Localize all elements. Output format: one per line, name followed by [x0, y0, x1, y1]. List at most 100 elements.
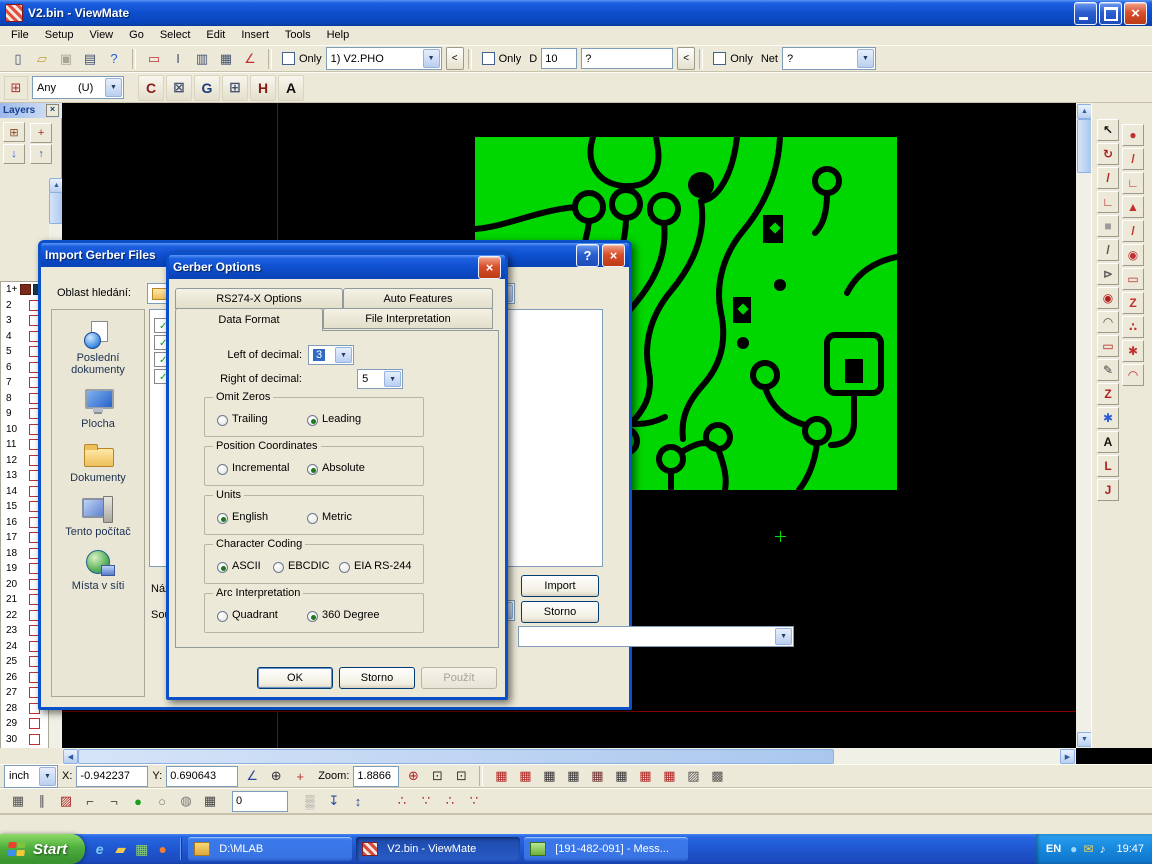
scroll-down-icon[interactable]: ▼ — [1077, 732, 1092, 747]
layer-add-icon[interactable]: + — [30, 123, 52, 143]
select-dcode-icon[interactable]: ▭ — [142, 47, 166, 71]
edit-vertex-icon[interactable]: ✎ — [1097, 359, 1119, 381]
hook-tool-icon[interactable]: J — [1097, 479, 1119, 501]
title-bar[interactable]: V2.bin - ViewMate — [0, 0, 1152, 26]
radio-360-degree[interactable] — [307, 611, 318, 622]
place-computer[interactable]: Tento počítač — [52, 494, 144, 538]
zoom-page-icon[interactable]: ⊡ — [449, 764, 473, 788]
radio-ebcdic[interactable] — [273, 562, 284, 573]
radio-english[interactable] — [217, 513, 228, 524]
draw-corner-icon[interactable]: ∟ — [1097, 191, 1119, 213]
pattern-star-icon[interactable]: ✱ — [1122, 340, 1144, 362]
canvas-vscrollbar[interactable]: ▲ ▼ — [1076, 103, 1091, 748]
measure-slope-icon[interactable]: / — [1097, 239, 1119, 261]
vscroll-thumb[interactable] — [1077, 119, 1092, 173]
radio-leading[interactable] — [307, 415, 318, 426]
radio-incremental[interactable] — [217, 464, 228, 475]
any-filter-combo[interactable]: Any (U) ▼ — [32, 76, 124, 99]
prev-dcode-button[interactable]: < — [677, 47, 695, 70]
layers-close-icon[interactable]: × — [46, 104, 59, 117]
zoom-window-icon[interactable]: ⊡ — [425, 764, 449, 788]
menu-help[interactable]: Help — [319, 26, 358, 45]
red-checker-icon[interactable]: ▨ — [54, 789, 78, 813]
flash-pad-icon[interactable]: ◉ — [1097, 287, 1119, 309]
pattern-triangle-icon[interactable]: ▲ — [1122, 196, 1144, 218]
drop-anchor-icon[interactable]: ↧ — [322, 789, 346, 813]
label-tool-icon[interactable]: L — [1097, 455, 1119, 477]
zoom-in-icon[interactable]: ⊕ — [401, 764, 425, 788]
menu-go[interactable]: Go — [121, 26, 152, 45]
only-net-checkbox[interactable] — [713, 52, 726, 65]
layers-panel-header[interactable]: Layers × — [0, 103, 62, 118]
report-table-icon[interactable]: ▦ — [609, 764, 633, 788]
import-button[interactable]: Import — [521, 575, 599, 597]
dialog-close-icon[interactable]: × — [602, 244, 625, 267]
checker-icon[interactable]: ▩ — [705, 764, 729, 788]
canvas-hscrollbar[interactable]: ◀ ▶ — [62, 748, 1076, 764]
menu-insert[interactable]: Insert — [233, 26, 277, 45]
launcher-icon[interactable]: ● — [152, 838, 173, 860]
layer-table-icon[interactable]: ▦ — [537, 764, 561, 788]
aperture-star-icon[interactable]: ✱ — [1097, 407, 1119, 429]
grid-step-input[interactable] — [232, 791, 288, 812]
pattern-dots-icon[interactable]: ∴ — [1122, 316, 1144, 338]
minimize-icon[interactable] — [1074, 2, 1097, 25]
chevron-down-icon[interactable]: ▼ — [775, 628, 792, 645]
gerber-close-icon[interactable]: × — [478, 256, 501, 279]
ok-button[interactable]: OK — [257, 667, 333, 689]
task-button[interactable]: D:\MLAB — [188, 837, 352, 861]
menu-file[interactable]: File — [3, 26, 37, 45]
mini-table-icon[interactable]: ▦ — [6, 789, 30, 813]
dialog-help-icon[interactable]: ? — [576, 244, 599, 267]
dcode-input[interactable] — [541, 48, 577, 69]
move-layer-up-icon[interactable]: ↑ — [30, 144, 52, 164]
fill-rect-icon[interactable]: ■ — [1097, 215, 1119, 237]
language-indicator[interactable]: EN — [1046, 843, 1061, 855]
gerber-dialog-titlebar[interactable]: Gerber Options × — [169, 255, 505, 279]
hscroll-thumb[interactable] — [78, 749, 834, 764]
pattern-arc-icon[interactable]: ◠ — [1122, 364, 1144, 386]
pan-updown-icon[interactable]: ↕ — [346, 789, 370, 813]
angle-icon[interactable]: ∠ — [238, 47, 262, 71]
menu-view[interactable]: View — [81, 26, 121, 45]
scroll-up-icon[interactable]: ▲ — [1077, 104, 1092, 119]
hole-h-icon[interactable]: H — [250, 75, 276, 101]
text-tool-icon[interactable]: A — [1097, 431, 1119, 453]
gerber-cancel-button[interactable]: Storno — [339, 667, 415, 689]
pattern-target-icon[interactable]: ◉ — [1122, 244, 1144, 266]
tool-table-icon[interactable]: ▦ — [585, 764, 609, 788]
open-folder-icon[interactable]: ▱ — [30, 47, 54, 71]
task-button[interactable]: V2.bin - ViewMate — [356, 837, 520, 861]
pad-table-icon[interactable]: ▦ — [633, 764, 657, 788]
table-icon[interactable]: ▦ — [214, 47, 238, 71]
menu-setup[interactable]: Setup — [37, 26, 82, 45]
dot-grid-icon[interactable]: ▒ — [298, 789, 322, 813]
radio-absolute[interactable] — [307, 464, 318, 475]
radio-quadrant[interactable] — [217, 611, 228, 622]
menu-select[interactable]: Select — [152, 26, 199, 45]
draw-arc-icon[interactable]: ◠ — [1097, 311, 1119, 333]
pattern-z-icon[interactable]: Z — [1122, 292, 1144, 314]
place-desktop[interactable]: Plocha — [52, 386, 144, 430]
mail-tray-icon[interactable]: ✉ — [1083, 842, 1093, 856]
restore-icon[interactable] — [1099, 2, 1122, 25]
select-cursor-icon[interactable]: ↖ — [1097, 119, 1119, 141]
filetype-combo[interactable]: ▼ — [518, 626, 794, 647]
redraw-icon[interactable]: ↻ — [1097, 143, 1119, 165]
help-icon[interactable]: ? — [102, 47, 126, 71]
start-button[interactable]: Start — [0, 834, 85, 864]
overlay-icon[interactable]: ⊞ — [4, 76, 28, 100]
scroll-right-icon[interactable]: ▶ — [1060, 749, 1075, 764]
layer-row-30[interactable]: 30 — [1, 732, 48, 748]
pad-pattern-4-icon[interactable]: ∵ — [462, 789, 486, 813]
chevron-down-icon[interactable]: ▼ — [857, 49, 874, 68]
menu-tools[interactable]: Tools — [277, 26, 319, 45]
pad-pattern-3-icon[interactable]: ∴ — [438, 789, 462, 813]
select-area-icon[interactable]: ▭ — [1097, 335, 1119, 357]
place-recent[interactable]: Poslední dokumenty — [52, 320, 144, 376]
probe-icon[interactable]: ◍ — [174, 789, 198, 813]
net-filter-combo[interactable]: ? ▼ — [782, 47, 876, 70]
snap-target-icon[interactable]: ⊕ — [264, 764, 288, 788]
apply-button[interactable]: Použít — [421, 667, 497, 689]
radio-trailing[interactable] — [217, 415, 228, 426]
